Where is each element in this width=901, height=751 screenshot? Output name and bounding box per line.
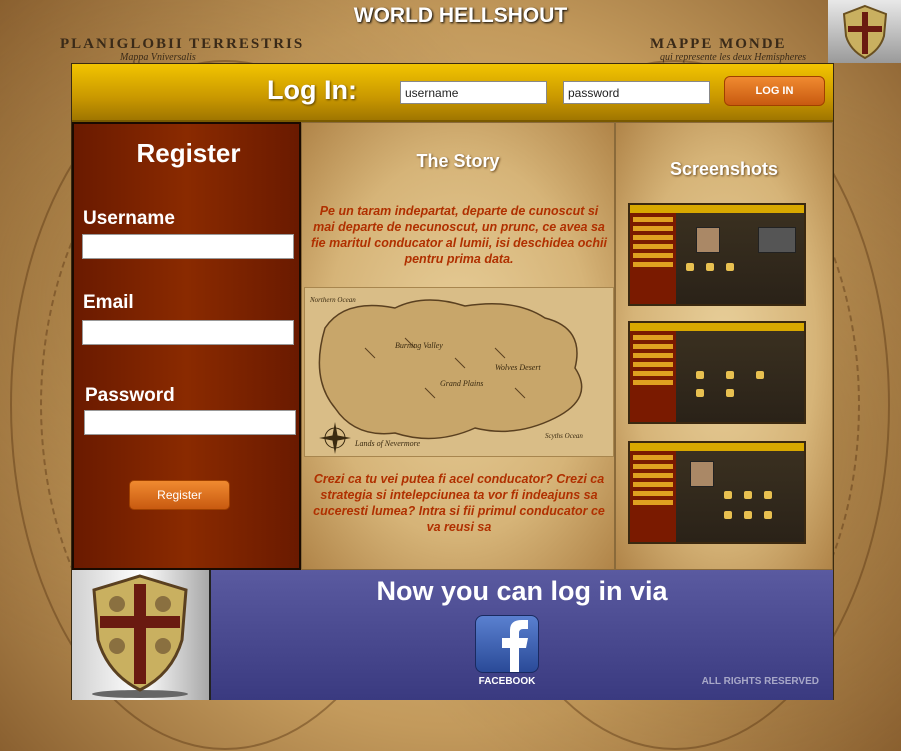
login-button[interactable]: LOG IN bbox=[724, 76, 825, 106]
story-panel: The Story Pe un taram indepartat, depart… bbox=[301, 122, 615, 570]
screenshots-panel: Screenshots bbox=[615, 122, 833, 570]
footer-logo-area bbox=[72, 570, 209, 700]
footer-banner: Now you can log in via FACEBOOK ALL RIGH… bbox=[209, 570, 833, 700]
footer-shield-icon bbox=[92, 574, 188, 698]
main-panel: Log In: LOG IN Register Username Email P… bbox=[71, 63, 834, 700]
story-intro-text: Pe un taram indepartat, departe de cunos… bbox=[311, 204, 607, 266]
login-password-input[interactable] bbox=[563, 81, 710, 104]
screenshot-thumbnail-1[interactable] bbox=[628, 203, 806, 306]
login-username-input[interactable] bbox=[400, 81, 547, 104]
register-button[interactable]: Register bbox=[129, 480, 230, 510]
map-label-grand-plains: Grand Plains bbox=[440, 379, 483, 388]
screenshots-title: Screenshots bbox=[669, 159, 779, 179]
login-bar: Log In: LOG IN bbox=[72, 64, 833, 122]
map-label-scyths-ocean: Scyths Ocean bbox=[545, 432, 583, 440]
fantasy-world-map: Burning Valley Wolves Desert Grand Plain… bbox=[304, 287, 614, 457]
register-username-label: Username bbox=[83, 208, 175, 229]
login-title: Log In: bbox=[267, 75, 357, 105]
map-label-lands: Lands of Nevermore bbox=[354, 439, 420, 448]
map-label-wolves-desert: Wolves Desert bbox=[495, 363, 541, 372]
facebook-label[interactable]: FACEBOOK bbox=[465, 676, 549, 687]
site-title: WORLD HELLSHOUT bbox=[353, 4, 568, 27]
register-email-label: Email bbox=[83, 292, 134, 313]
story-outro-text: Crezi ca tu vei putea fi acel conducator… bbox=[313, 472, 605, 534]
register-panel: Register Username Email Password Registe… bbox=[72, 122, 301, 570]
register-title: Register bbox=[136, 138, 241, 168]
facebook-icon[interactable] bbox=[475, 615, 539, 673]
map-label-northern-ocean: Northern Ocean bbox=[309, 296, 356, 304]
register-email-input[interactable] bbox=[82, 320, 294, 345]
screenshot-thumbnail-2[interactable] bbox=[628, 321, 806, 424]
register-password-input[interactable] bbox=[84, 410, 296, 435]
map-subtitle-left: Mappa Vniversalis bbox=[120, 52, 196, 63]
map-title-left: PLANIGLOBII TERRESTRIS bbox=[60, 36, 305, 52]
screenshot-thumbnail-3[interactable] bbox=[628, 441, 806, 544]
story-title: The Story bbox=[416, 151, 500, 171]
register-password-label: Password bbox=[85, 385, 175, 406]
register-username-input[interactable] bbox=[82, 234, 294, 259]
map-title-right: MAPPE MONDE bbox=[650, 36, 787, 52]
footer-headline: Now you can log in via bbox=[376, 576, 668, 606]
rights-text: ALL RIGHTS RESERVED bbox=[701, 676, 819, 687]
shield-logo-icon[interactable] bbox=[828, 0, 901, 63]
map-label-burning-valley: Burning Valley bbox=[395, 341, 443, 350]
map-subtitle-right: qui represente les deux Hemispheres bbox=[660, 52, 807, 63]
